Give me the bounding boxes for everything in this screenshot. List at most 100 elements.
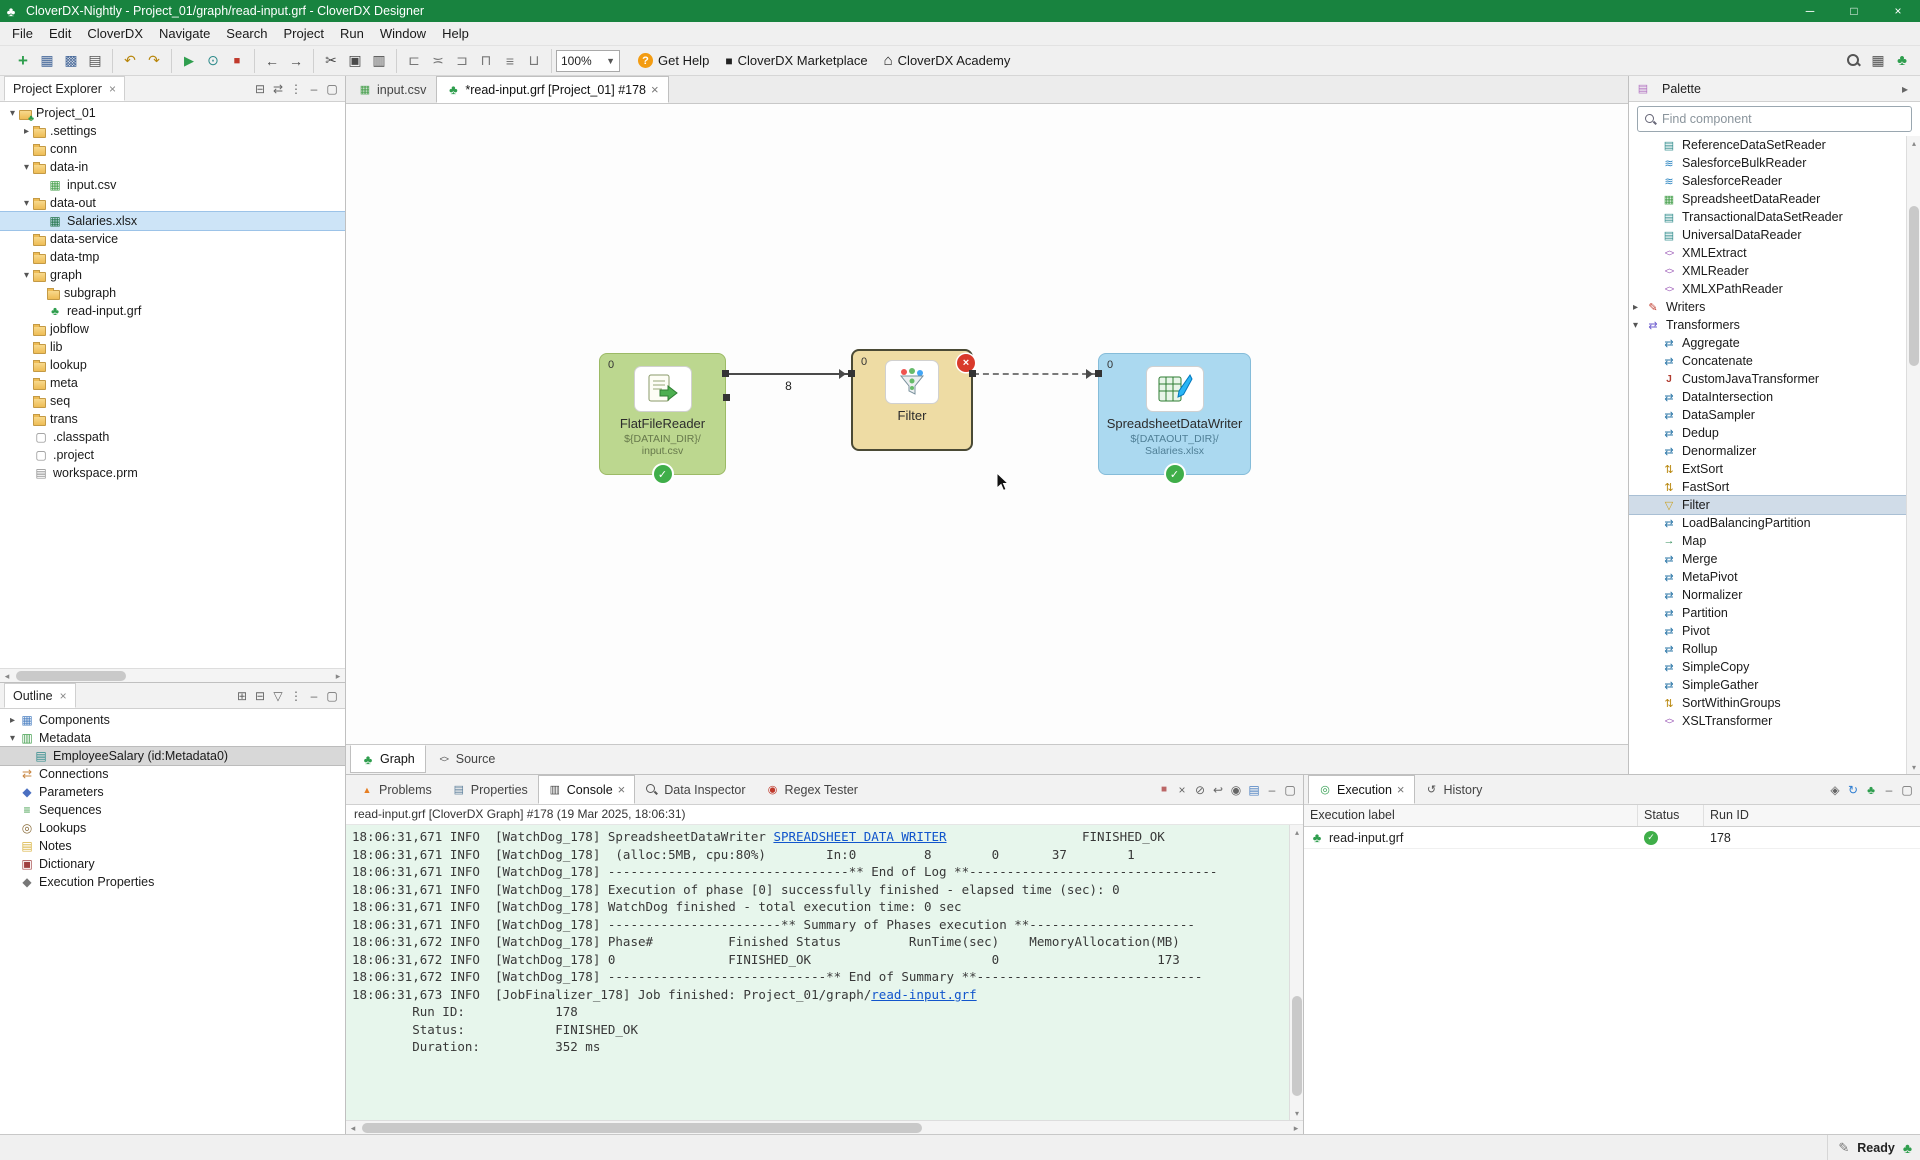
zoom-select[interactable]: 100% ▼ bbox=[556, 50, 620, 72]
fastsort-palette-item[interactable]: FastSort bbox=[1629, 478, 1906, 496]
notes-outline-item[interactable]: Notes bbox=[0, 837, 345, 855]
open-console-button[interactable] bbox=[1245, 781, 1263, 799]
palette-group-arrow-icon[interactable] bbox=[1633, 302, 1645, 313]
lookups-outline-item[interactable]: Lookups bbox=[0, 819, 345, 837]
input-csv-tree-item[interactable]: input.csv bbox=[0, 176, 345, 194]
file-menu[interactable]: File bbox=[4, 23, 41, 44]
rollup-palette-item[interactable]: Rollup bbox=[1629, 640, 1906, 658]
metapivot-palette-item[interactable]: MetaPivot bbox=[1629, 568, 1906, 586]
collapse-palette-button[interactable]: ▸ bbox=[1896, 80, 1914, 98]
tree-expand-arrow-icon[interactable] bbox=[20, 198, 33, 209]
cloverdx-status-icon[interactable] bbox=[1903, 1140, 1912, 1156]
jobflow-tree-item[interactable]: jobflow bbox=[0, 320, 345, 338]
read-input-grf-tree-item[interactable]: read-input.grf bbox=[0, 302, 345, 320]
maximize-button[interactable] bbox=[323, 80, 341, 98]
clover-button[interactable] bbox=[1890, 49, 1914, 73]
scroll-up-icon[interactable]: ▴ bbox=[1290, 825, 1304, 839]
datasampler-palette-item[interactable]: DataSampler bbox=[1629, 406, 1906, 424]
source-tab[interactable]: Source bbox=[426, 745, 507, 773]
denormalizer-palette-item[interactable]: Denormalizer bbox=[1629, 442, 1906, 460]
universaldatareader-palette-item[interactable]: UniversalDataReader bbox=[1629, 226, 1906, 244]
xmlreader-palette-item[interactable]: XMLReader bbox=[1629, 262, 1906, 280]
minimize-button[interactable] bbox=[1880, 781, 1898, 799]
layout-button[interactable] bbox=[1866, 49, 1890, 73]
writers-palette-item[interactable]: Writers bbox=[1629, 298, 1906, 316]
tree-expand-arrow-icon[interactable] bbox=[6, 715, 19, 726]
normalizer-palette-item[interactable]: Normalizer bbox=[1629, 586, 1906, 604]
simplegather-palette-item[interactable]: SimpleGather bbox=[1629, 676, 1906, 694]
view-menu-button[interactable] bbox=[287, 687, 305, 705]
minimize-button[interactable] bbox=[1263, 781, 1281, 799]
xsltransformer-palette-item[interactable]: XSLTransformer bbox=[1629, 712, 1906, 730]
salesforcebulkreader-palette-item[interactable]: SalesforceBulkReader bbox=[1629, 154, 1906, 172]
close-tab-icon[interactable]: × bbox=[651, 82, 659, 97]
console-tab[interactable]: Console × bbox=[538, 775, 635, 804]
minimize-button[interactable] bbox=[305, 80, 323, 98]
search-menu[interactable]: Search bbox=[218, 23, 275, 44]
metadata-outline-item[interactable]: Metadata bbox=[0, 729, 345, 747]
sequences-outline-item[interactable]: Sequences bbox=[0, 801, 345, 819]
pin-button[interactable] bbox=[1227, 781, 1245, 799]
read-input-grf-execution-row[interactable]: read-input.grf ✓ 178 bbox=[1304, 827, 1920, 849]
dictionary-outline-item[interactable]: Dictionary bbox=[0, 855, 345, 873]
component-filter[interactable]: 0 Filter bbox=[851, 349, 973, 451]
edge-filter-to-spreadsheetdatawriter[interactable] bbox=[973, 368, 1098, 392]
window-menu[interactable]: Window bbox=[372, 23, 434, 44]
find-component-box[interactable] bbox=[1637, 106, 1912, 132]
minimize-window-button[interactable]: ─ bbox=[1788, 0, 1832, 22]
salaries-xlsx-tree-item[interactable]: Salaries.xlsx bbox=[0, 212, 345, 230]
scroll-left-icon[interactable]: ◂ bbox=[346, 1121, 360, 1135]
maximize-button[interactable] bbox=[1281, 781, 1299, 799]
tree-expand-arrow-icon[interactable] bbox=[20, 162, 33, 173]
salesforcereader-palette-item[interactable]: SalesforceReader bbox=[1629, 172, 1906, 190]
scroll-right-icon[interactable]: ▸ bbox=[331, 669, 345, 683]
dataintersection-palette-item[interactable]: DataIntersection bbox=[1629, 388, 1906, 406]
simplecopy-palette-item[interactable]: SimpleCopy bbox=[1629, 658, 1906, 676]
cut-button[interactable] bbox=[319, 49, 343, 73]
align-center-button[interactable] bbox=[426, 49, 450, 73]
dedup-palette-item[interactable]: Dedup bbox=[1629, 424, 1906, 442]
properties-tab[interactable]: Properties × bbox=[442, 775, 538, 804]
find-component-input[interactable] bbox=[1662, 112, 1905, 126]
pivot-palette-item[interactable]: Pivot bbox=[1629, 622, 1906, 640]
subgraph-tree-item[interactable]: subgraph bbox=[0, 284, 345, 302]
align-left-button[interactable] bbox=[402, 49, 426, 73]
spreadsheetdatareader-palette-item[interactable]: SpreadsheetDataReader bbox=[1629, 190, 1906, 208]
tree-expand-arrow-icon[interactable] bbox=[20, 270, 33, 281]
tree-expand-arrow-icon[interactable] bbox=[20, 126, 33, 137]
lookup-tree-item[interactable]: lookup bbox=[0, 356, 345, 374]
graph-tab[interactable]: Graph bbox=[350, 745, 426, 773]
merge-palette-item[interactable]: Merge bbox=[1629, 550, 1906, 568]
execution-tab[interactable]: Execution × bbox=[1308, 775, 1415, 804]
link-editor-button[interactable] bbox=[269, 80, 287, 98]
navigate-menu[interactable]: Navigate bbox=[151, 23, 218, 44]
close-icon[interactable]: × bbox=[109, 82, 116, 96]
filter-button[interactable] bbox=[269, 687, 287, 705]
copy-button[interactable] bbox=[343, 49, 367, 73]
aggregate-palette-item[interactable]: Aggregate bbox=[1629, 334, 1906, 352]
sortwithingroups-palette-item[interactable]: SortWithinGroups bbox=[1629, 694, 1906, 712]
console-log-link[interactable]: SPREADSHEET DATA WRITER bbox=[773, 829, 946, 844]
settings-button[interactable] bbox=[1826, 781, 1844, 799]
data-inspector-tab[interactable]: Data Inspector × bbox=[635, 775, 755, 804]
scroll-up-icon[interactable]: ▴ bbox=[1907, 136, 1920, 150]
tree-expand-arrow-icon[interactable] bbox=[6, 108, 19, 119]
collapse-all-button[interactable] bbox=[251, 80, 269, 98]
scrollbar-thumb[interactable] bbox=[362, 1123, 922, 1133]
maximize-button[interactable] bbox=[1898, 781, 1916, 799]
component-spreadsheetdatawriter[interactable]: 0 Spread bbox=[1098, 353, 1251, 475]
run-menu[interactable]: Run bbox=[332, 23, 372, 44]
search-button[interactable] bbox=[1842, 49, 1866, 73]
parameters-outline-item[interactable]: Parameters bbox=[0, 783, 345, 801]
tree-expand-arrow-icon[interactable] bbox=[6, 733, 19, 744]
save-button[interactable] bbox=[35, 49, 59, 73]
new-graph-button[interactable] bbox=[11, 49, 35, 73]
read-input-grf-project-01-178-editor-tab[interactable]: *read-input.grf [Project_01] #178 × bbox=[436, 76, 668, 103]
outline-tab[interactable]: Outline × bbox=[4, 683, 76, 708]
scroll-down-icon[interactable]: ▾ bbox=[1907, 760, 1920, 774]
align-bottom-button[interactable] bbox=[522, 49, 546, 73]
stop-button[interactable] bbox=[225, 49, 249, 73]
referencedatasetreader-palette-item[interactable]: ReferenceDataSetReader bbox=[1629, 136, 1906, 154]
align-right-button[interactable] bbox=[450, 49, 474, 73]
edit-menu[interactable]: Edit bbox=[41, 23, 79, 44]
